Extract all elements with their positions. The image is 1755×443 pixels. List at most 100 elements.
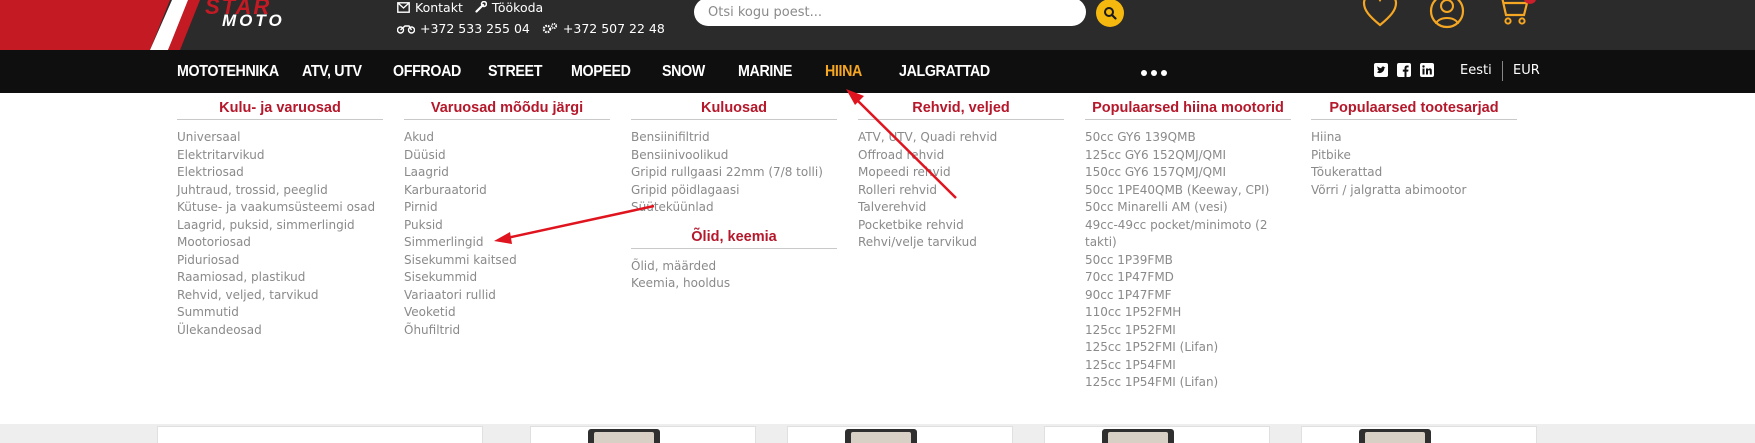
menu-item[interactable]: Laagrid, puksid, simmerlingid — [177, 217, 383, 235]
search-button[interactable] — [1096, 0, 1124, 27]
column-title[interactable]: Varuosad mõõdu järgi — [404, 99, 610, 117]
linkedin-icon[interactable] — [1420, 63, 1434, 77]
phone-2-link[interactable]: +372 507 22 48 — [542, 21, 665, 36]
menu-item[interactable]: Pirnid — [404, 199, 610, 217]
nav-item-marine[interactable]: MARINE — [738, 63, 792, 81]
menu-item[interactable]: 125cc GY6 152QMJ/QMI — [1085, 147, 1295, 165]
column-title[interactable]: Populaarsed hiina mootorid — [1085, 99, 1291, 117]
column-title[interactable]: Kulu- ja varuosad — [177, 99, 383, 117]
menu-item[interactable]: Gripid rullgaasi 22mm (7/8 tolli) — [631, 164, 837, 182]
facebook-icon[interactable] — [1397, 63, 1411, 77]
menu-item[interactable]: Puksid — [404, 217, 610, 235]
menu-item[interactable]: Universaal — [177, 129, 383, 147]
menu-item[interactable]: Sisekummi kaitsed — [404, 252, 610, 270]
nav-item-mopeed[interactable]: MOPEED — [571, 63, 631, 81]
menu-item[interactable]: 125cc 1P54FMI (Lifan) — [1085, 374, 1295, 392]
user-icon[interactable] — [1428, 0, 1466, 32]
menu-item[interactable]: Gripid pöidlagaasi — [631, 182, 837, 200]
search-input[interactable] — [694, 0, 1086, 26]
menu-item[interactable]: Simmerlingid — [404, 234, 610, 252]
menu-item[interactable]: 50cc Minarelli AM (vesi) — [1085, 199, 1295, 217]
menu-item[interactable]: Akud — [404, 129, 610, 147]
menu-item[interactable]: Offroad rehvid — [858, 147, 1064, 165]
menu-item[interactable]: 50cc 1PE40QMB (Keeway, CPI) — [1085, 182, 1295, 200]
column-title[interactable]: Kuluosad — [631, 99, 837, 117]
column-list: Bensiinifiltrid Bensiinivoolikud Gripid … — [631, 129, 837, 217]
menu-item[interactable]: Talverehvid — [858, 199, 1064, 217]
menu-item[interactable]: Pocketbike rehvid — [858, 217, 1064, 235]
menu-item[interactable]: Kütuse- ja vaakumsüsteemi osad — [177, 199, 383, 217]
menu-item[interactable]: Veoketid — [404, 304, 610, 322]
product-card[interactable] — [530, 426, 756, 443]
menu-item[interactable]: Summutid — [177, 304, 383, 322]
nav-item-mototehnika[interactable]: MOTOTEHNIKA — [177, 63, 279, 81]
menu-item[interactable]: Rehvid, veljed, tarvikud — [177, 287, 383, 305]
menu-item[interactable]: Tõukerattad — [1311, 164, 1517, 182]
menu-item[interactable]: Juhtraud, trossid, peeglid — [177, 182, 383, 200]
product-card[interactable] — [787, 426, 1013, 443]
menu-item[interactable]: 50cc 1P39FMB — [1085, 252, 1295, 270]
menu-item[interactable]: Piduriosad — [177, 252, 383, 270]
menu-item[interactable]: 70cc 1P47FMD — [1085, 269, 1295, 287]
workshop-link[interactable]: Töökoda — [475, 0, 543, 15]
menu-item[interactable]: 150cc GY6 157QMJ/QMI — [1085, 164, 1295, 182]
twitter-icon[interactable] — [1374, 63, 1388, 77]
menu-item[interactable]: Bensiinifiltrid — [631, 129, 837, 147]
language-selector[interactable]: Eesti — [1460, 63, 1492, 78]
menu-item[interactable]: 110cc 1P52FMH — [1085, 304, 1295, 322]
product-card[interactable] — [1044, 426, 1270, 443]
contact-link[interactable]: Kontakt — [397, 0, 463, 15]
menu-item[interactable]: Laagrid — [404, 164, 610, 182]
subsection-title[interactable]: Õlid, keemia — [631, 228, 837, 246]
menu-item[interactable]: Süüteküünlad — [631, 199, 837, 217]
menu-item[interactable]: 50cc GY6 139QMB — [1085, 129, 1295, 147]
heart-icon[interactable] — [1361, 0, 1399, 28]
menu-item[interactable]: Pitbike — [1311, 147, 1517, 165]
menu-item[interactable]: 125cc 1P54FMI — [1085, 357, 1295, 375]
menu-item[interactable]: Sisekummid — [404, 269, 610, 287]
menu-item[interactable]: 49cc-49cc pocket/minimoto (2 takti) — [1085, 217, 1295, 252]
column-title[interactable]: Rehvid, veljed — [858, 99, 1064, 117]
menu-item[interactable]: Võrri / jalgratta abimootor — [1311, 182, 1517, 200]
menu-item[interactable]: 90cc 1P47FMF — [1085, 287, 1295, 305]
column-list: Õlid, määrded Keemia, hooldus — [631, 258, 837, 293]
menu-item[interactable]: ATV, UTV, Quadi rehvid — [858, 129, 1064, 147]
nav-item-offroad[interactable]: OFFROAD — [393, 63, 461, 81]
nav-item-jalgrattad[interactable]: JALGRATTAD — [899, 63, 990, 81]
menu-item[interactable]: Õhufiltrid — [404, 322, 610, 340]
menu-item[interactable]: Mopeedi rehvid — [858, 164, 1064, 182]
brand-logo[interactable]: STAR MOTO — [0, 0, 390, 50]
nav-item-atv-utv[interactable]: ATV, UTV — [302, 63, 362, 81]
phone-1-link[interactable]: +372 533 255 04 — [397, 21, 530, 36]
menu-item[interactable]: Keemia, hooldus — [631, 275, 837, 293]
nav-item-street[interactable]: STREET — [488, 63, 542, 81]
contact-info: Kontakt Töökoda +372 533 255 04 +372 507… — [397, 0, 677, 38]
menu-column-varuosad-moodu-jargi: Varuosad mõõdu järgi Akud Düüsid Laagrid… — [404, 99, 610, 339]
menu-item[interactable]: Düüsid — [404, 147, 610, 165]
menu-item[interactable]: 125cc 1P52FMI — [1085, 322, 1295, 340]
menu-item[interactable]: Rehvi/velje tarvikud — [858, 234, 1064, 252]
menu-item[interactable]: Bensiinivoolikud — [631, 147, 837, 165]
menu-item[interactable]: Õlid, määrded — [631, 258, 837, 276]
wrench-icon — [475, 1, 487, 13]
menu-item[interactable]: Variaatori rullid — [404, 287, 610, 305]
menu-item[interactable]: Karburaatorid — [404, 182, 610, 200]
product-thumbnail — [588, 429, 660, 443]
currency-selector[interactable]: EUR — [1513, 63, 1540, 78]
product-card[interactable] — [1301, 426, 1537, 443]
workshop-label: Töökoda — [491, 0, 544, 15]
cart-icon[interactable] — [1494, 0, 1530, 28]
menu-item[interactable]: Hiina — [1311, 129, 1517, 147]
menu-item[interactable]: Raamiosad, plastikud — [177, 269, 383, 287]
menu-item[interactable]: Ülekandeosad — [177, 322, 383, 340]
phone-2: +372 507 22 48 — [562, 20, 665, 36]
column-title[interactable]: Populaarsed tootesarjad — [1311, 99, 1517, 117]
menu-item[interactable]: 125cc 1P52FMI (Lifan) — [1085, 339, 1295, 357]
menu-item[interactable]: Elektriosad — [177, 164, 383, 182]
nav-item-hiina[interactable]: HIINA — [825, 63, 862, 81]
menu-item[interactable]: Elektritarvikud — [177, 147, 383, 165]
menu-item[interactable]: Rolleri rehvid — [858, 182, 1064, 200]
nav-item-snow[interactable]: SNOW — [662, 63, 705, 81]
menu-item[interactable]: Mootoriosad — [177, 234, 383, 252]
more-dots-icon[interactable] — [1141, 70, 1167, 76]
